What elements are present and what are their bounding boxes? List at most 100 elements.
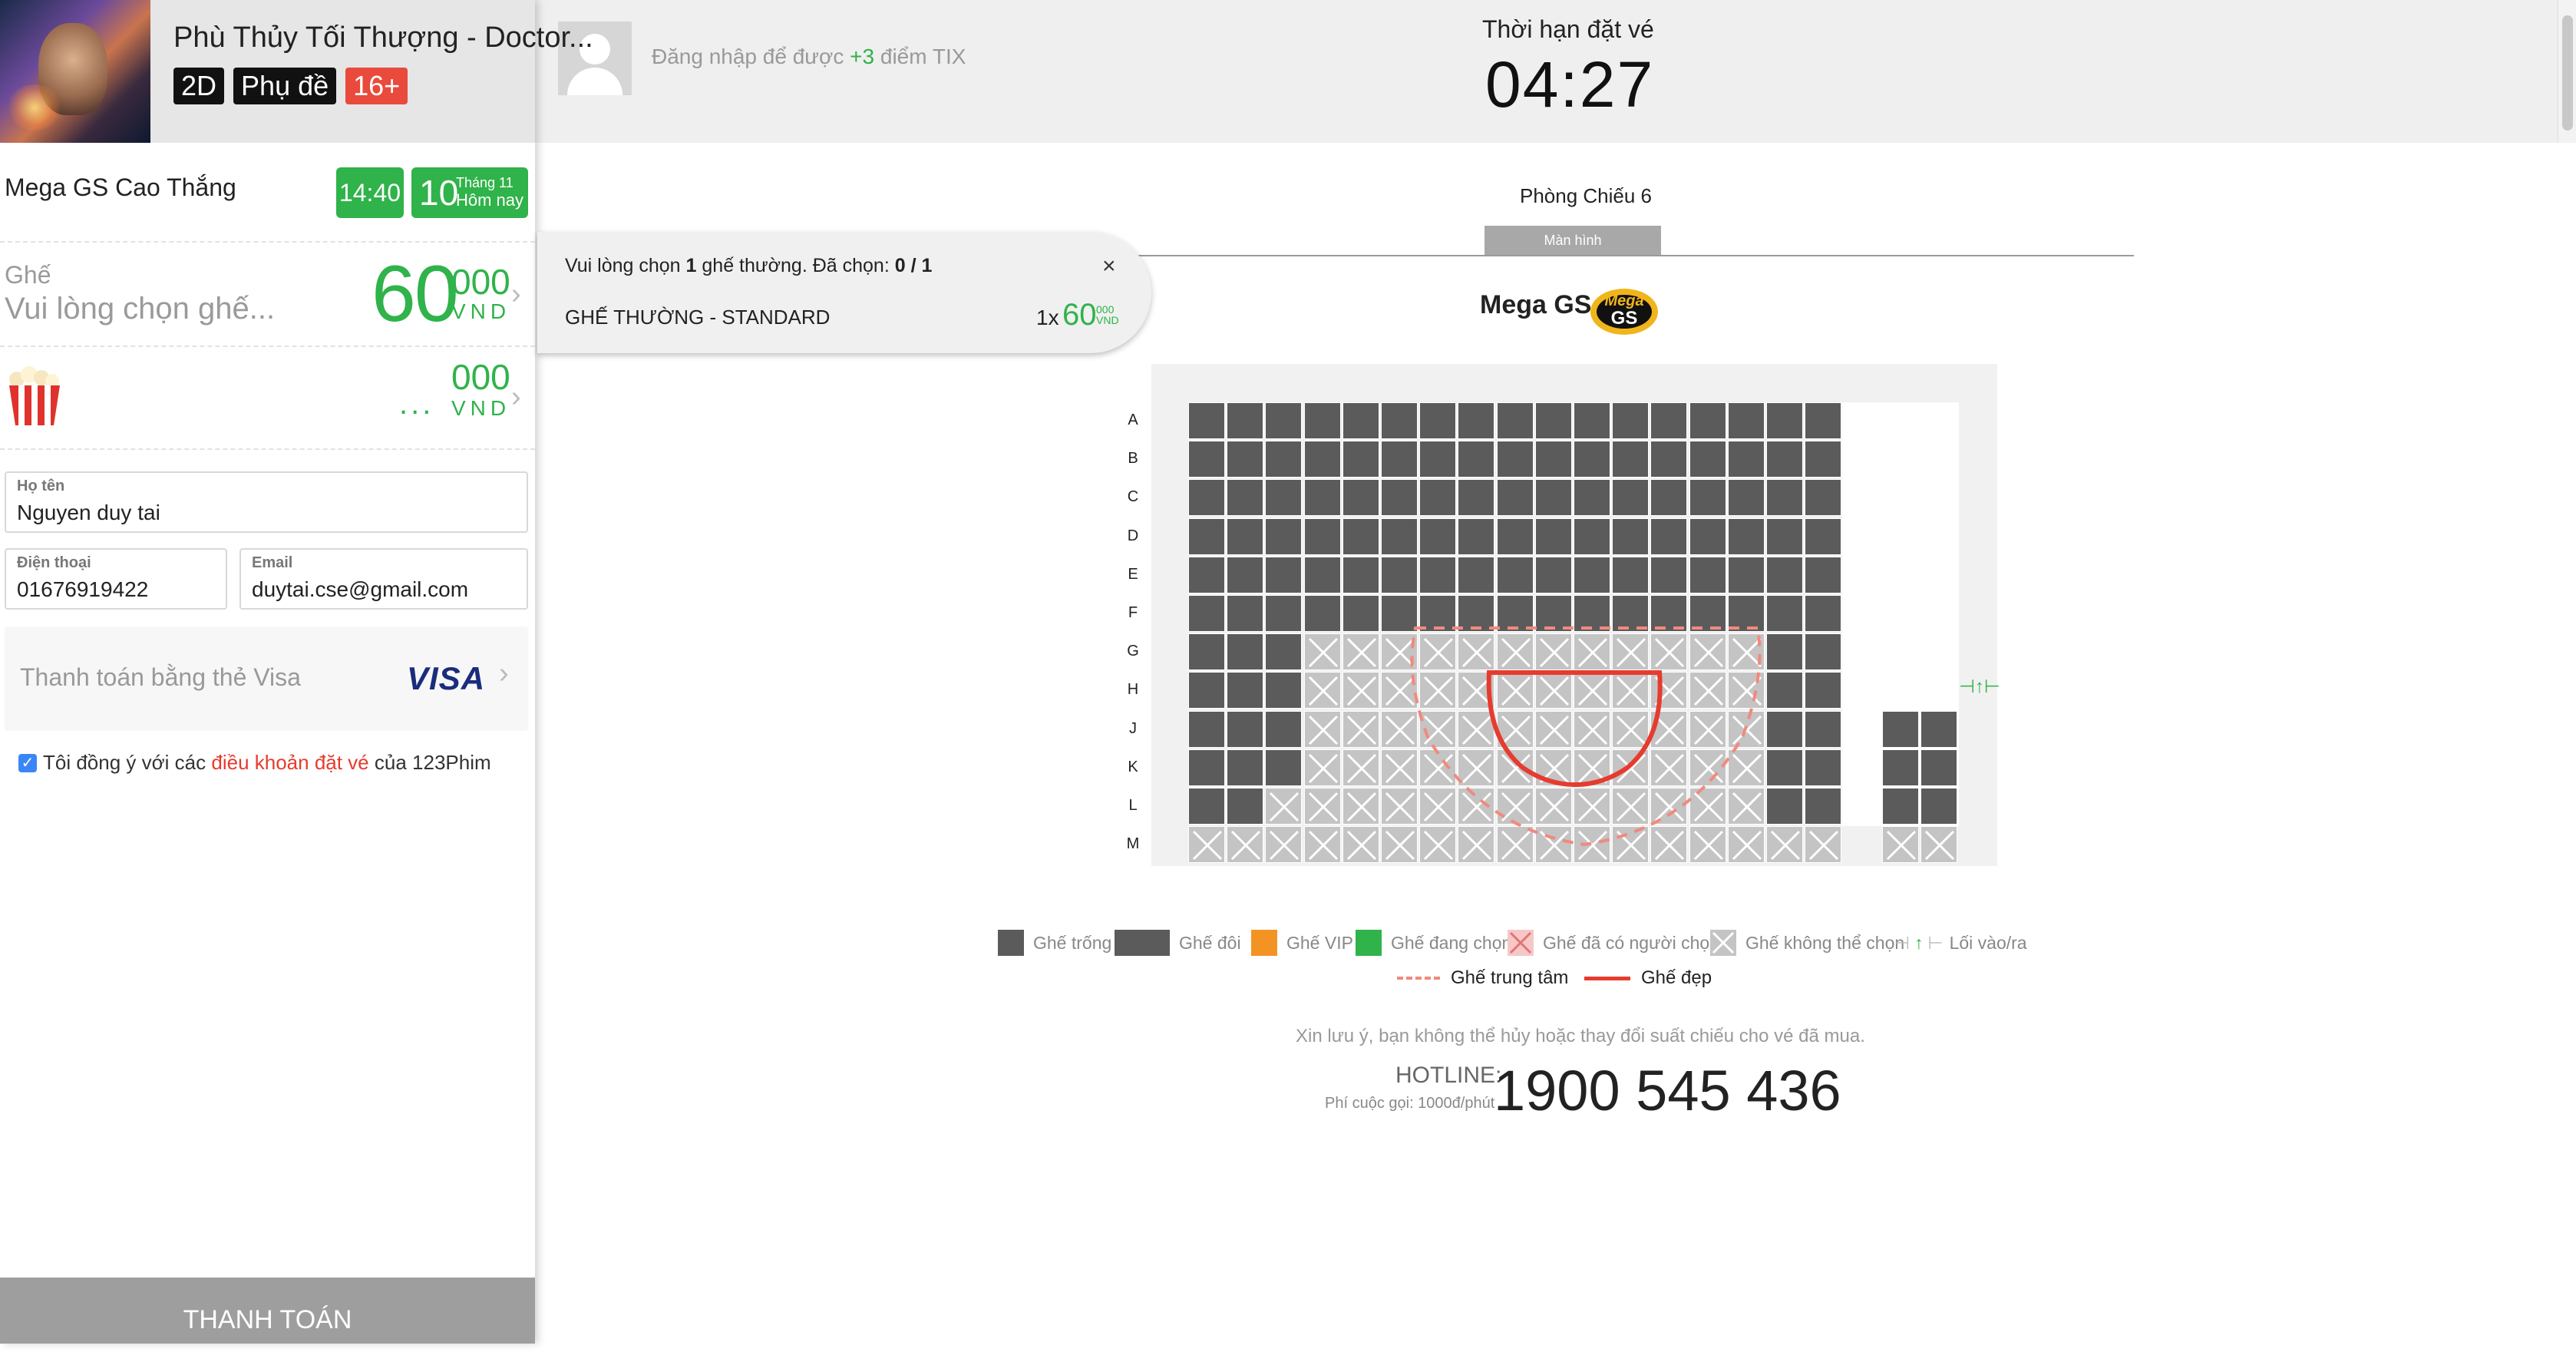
seat-E2[interactable] bbox=[1227, 556, 1264, 593]
seat-E6[interactable] bbox=[1381, 556, 1418, 593]
seat-L19[interactable] bbox=[1881, 788, 1919, 825]
seat-C4[interactable] bbox=[1303, 479, 1341, 517]
phone-field-value[interactable]: 01676919422 bbox=[17, 577, 148, 602]
seat-A12[interactable] bbox=[1612, 402, 1650, 439]
name-field-value[interactable]: Nguyen duy tai bbox=[17, 501, 160, 525]
seat-K17[interactable] bbox=[1805, 749, 1842, 786]
name-field[interactable]: Họ tên Nguyen duy tai bbox=[5, 471, 528, 533]
seat-A8[interactable] bbox=[1458, 402, 1495, 439]
seat-B14[interactable] bbox=[1689, 441, 1726, 478]
seat-D11[interactable] bbox=[1574, 517, 1610, 555]
seat-K1[interactable] bbox=[1188, 749, 1225, 786]
seat-F8[interactable] bbox=[1458, 595, 1495, 632]
seat-F5[interactable] bbox=[1342, 595, 1379, 632]
seat-H2[interactable] bbox=[1227, 672, 1264, 709]
seat-F9[interactable] bbox=[1496, 595, 1534, 632]
seat-A14[interactable] bbox=[1689, 402, 1726, 439]
seat-B9[interactable] bbox=[1496, 441, 1534, 478]
seat-B13[interactable] bbox=[1650, 441, 1688, 478]
scrollbar[interactable] bbox=[2558, 0, 2576, 143]
seat-E10[interactable] bbox=[1534, 556, 1572, 593]
seat-E14[interactable] bbox=[1689, 556, 1726, 593]
seat-F1[interactable] bbox=[1188, 595, 1225, 632]
seat-F3[interactable] bbox=[1265, 595, 1303, 632]
seat-F16[interactable] bbox=[1766, 595, 1803, 632]
close-icon[interactable]: × bbox=[1102, 253, 1116, 279]
phone-field[interactable]: Điện thoại 01676919422 bbox=[5, 548, 227, 610]
seat-F4[interactable] bbox=[1303, 595, 1341, 632]
terms-agreement[interactable]: ✓ Tôi đồng ý với các điều khoản đặt vé c… bbox=[18, 751, 491, 775]
seat-G2[interactable] bbox=[1227, 633, 1264, 671]
seat-C2[interactable] bbox=[1227, 479, 1264, 517]
seat-J19[interactable] bbox=[1881, 710, 1919, 748]
seat-C15[interactable] bbox=[1727, 479, 1765, 517]
login-prompt[interactable]: Đăng nhập để được +3 điểm TIX bbox=[652, 45, 966, 69]
seat-G3[interactable] bbox=[1265, 633, 1303, 671]
checkout-button[interactable]: THANH TOÁN bbox=[0, 1278, 535, 1344]
seat-C16[interactable] bbox=[1766, 479, 1803, 517]
seat-K2[interactable] bbox=[1227, 749, 1264, 786]
seat-A6[interactable] bbox=[1381, 402, 1418, 439]
seat-J3[interactable] bbox=[1265, 710, 1303, 748]
seat-H3[interactable] bbox=[1265, 672, 1303, 709]
seat-C5[interactable] bbox=[1342, 479, 1379, 517]
seat-A10[interactable] bbox=[1534, 402, 1572, 439]
seat-C6[interactable] bbox=[1381, 479, 1418, 517]
seat-F2[interactable] bbox=[1227, 595, 1264, 632]
seat-B6[interactable] bbox=[1381, 441, 1418, 478]
seat-C12[interactable] bbox=[1612, 479, 1650, 517]
seat-L2[interactable] bbox=[1227, 788, 1264, 825]
seat-E8[interactable] bbox=[1458, 556, 1495, 593]
seat-L1[interactable] bbox=[1188, 788, 1225, 825]
seat-D6[interactable] bbox=[1381, 517, 1418, 555]
seat-B15[interactable] bbox=[1727, 441, 1765, 478]
seat-A9[interactable] bbox=[1496, 402, 1534, 439]
seat-D17[interactable] bbox=[1805, 517, 1842, 555]
hotline-number[interactable]: 1900 545 436 bbox=[1494, 1058, 1841, 1123]
seat-L20[interactable] bbox=[1920, 788, 1957, 825]
seat-D16[interactable] bbox=[1766, 517, 1803, 555]
seat-E9[interactable] bbox=[1496, 556, 1534, 593]
seat-L17[interactable] bbox=[1805, 788, 1842, 825]
seat-H17[interactable] bbox=[1805, 672, 1842, 709]
seat-B3[interactable] bbox=[1265, 441, 1303, 478]
seat-F13[interactable] bbox=[1650, 595, 1688, 632]
seat-B11[interactable] bbox=[1574, 441, 1610, 478]
seat-A7[interactable] bbox=[1419, 402, 1457, 439]
seat-L16[interactable] bbox=[1766, 788, 1803, 825]
seat-E13[interactable] bbox=[1650, 556, 1688, 593]
seat-J17[interactable] bbox=[1805, 710, 1842, 748]
seat-F15[interactable] bbox=[1727, 595, 1765, 632]
seat-C7[interactable] bbox=[1419, 479, 1457, 517]
seat-A11[interactable] bbox=[1574, 402, 1610, 439]
seat-D7[interactable] bbox=[1419, 517, 1457, 555]
seat-D8[interactable] bbox=[1458, 517, 1495, 555]
combo-summary[interactable]: 000 ... VND › bbox=[0, 347, 535, 450]
seat-F7[interactable] bbox=[1419, 595, 1457, 632]
seat-B17[interactable] bbox=[1805, 441, 1842, 478]
seat-B7[interactable] bbox=[1419, 441, 1457, 478]
email-field-value[interactable]: duytai.cse@gmail.com bbox=[252, 577, 468, 602]
seat-B4[interactable] bbox=[1303, 441, 1341, 478]
seat-F10[interactable] bbox=[1534, 595, 1572, 632]
scrollbar-thumb[interactable] bbox=[2562, 15, 2573, 131]
seat-B12[interactable] bbox=[1612, 441, 1650, 478]
seat-E3[interactable] bbox=[1265, 556, 1303, 593]
seat-B5[interactable] bbox=[1342, 441, 1379, 478]
seat-A4[interactable] bbox=[1303, 402, 1341, 439]
seat-J16[interactable] bbox=[1766, 710, 1803, 748]
seat-K20[interactable] bbox=[1920, 749, 1957, 786]
seat-D5[interactable] bbox=[1342, 517, 1379, 555]
seat-A3[interactable] bbox=[1265, 402, 1303, 439]
seat-E12[interactable] bbox=[1612, 556, 1650, 593]
seat-H1[interactable] bbox=[1188, 672, 1225, 709]
seat-C10[interactable] bbox=[1534, 479, 1572, 517]
seat-G1[interactable] bbox=[1188, 633, 1225, 671]
seat-D9[interactable] bbox=[1496, 517, 1534, 555]
seat-C8[interactable] bbox=[1458, 479, 1495, 517]
seat-A5[interactable] bbox=[1342, 402, 1379, 439]
seat-D14[interactable] bbox=[1689, 517, 1726, 555]
seat-D10[interactable] bbox=[1534, 517, 1572, 555]
seat-F6[interactable] bbox=[1381, 595, 1418, 632]
seat-B1[interactable] bbox=[1188, 441, 1225, 478]
